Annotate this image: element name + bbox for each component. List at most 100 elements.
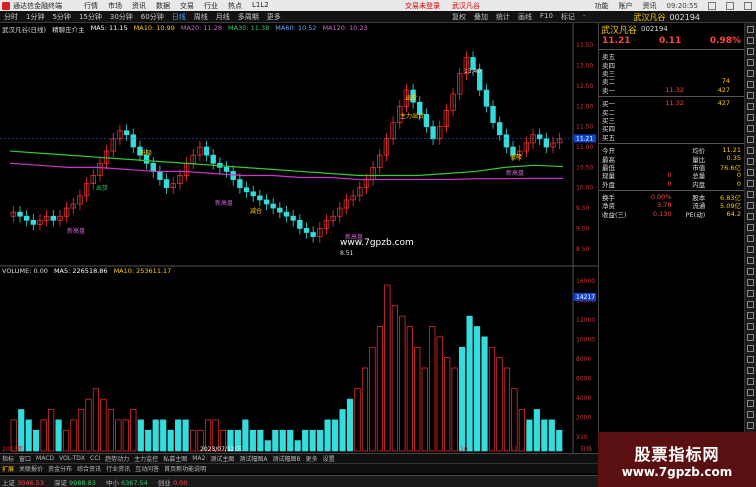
index-status-item[interactable]: 中小 6367.54 xyxy=(106,477,148,487)
index-status-item[interactable]: 创业 0.00 xyxy=(158,477,188,487)
extension-tab-6[interactable]: 首页新功能说明 xyxy=(164,464,206,473)
period-tab-10[interactable]: 更多 xyxy=(267,12,281,22)
minimize-icon[interactable] xyxy=(708,1,716,10)
close-icon[interactable] xyxy=(744,1,752,10)
sidebar-icon-24[interactable] xyxy=(747,279,754,286)
indicator-tab-0[interactable]: 指标 xyxy=(2,454,14,463)
trade-login-notice[interactable]: 交易未登录 xyxy=(405,1,440,11)
period-tab-9[interactable]: 多周期 xyxy=(238,12,259,22)
sidebar-icon-27[interactable] xyxy=(747,312,754,319)
extension-tab-2[interactable]: 资金分布 xyxy=(48,464,72,473)
indicator-tab-13[interactable]: 设置 xyxy=(323,454,335,463)
candle-body xyxy=(150,162,156,172)
tool-button-3[interactable]: 画线 xyxy=(518,12,532,22)
sidebar-icon-1[interactable] xyxy=(747,26,754,33)
sidebar-icon-6[interactable] xyxy=(747,81,754,88)
extension-tab-3[interactable]: 综合资讯 xyxy=(77,464,101,473)
indicator-tab-11[interactable]: 测试幅图B xyxy=(272,454,300,463)
sidebar-icon-25[interactable] xyxy=(747,290,754,297)
sidebar-icon-23[interactable] xyxy=(747,268,754,275)
sidebar-icon-7[interactable] xyxy=(747,92,754,99)
sidebar-icon-29[interactable] xyxy=(747,334,754,341)
sidebar-icon-31[interactable] xyxy=(747,356,754,363)
menu-item-l1l2[interactable]: L1L2 xyxy=(252,1,269,11)
sidebar-icon-36[interactable] xyxy=(747,411,754,418)
indicator-tab-7[interactable]: 私募主图 xyxy=(163,454,187,463)
tool-button-2[interactable]: 统计 xyxy=(496,12,510,22)
volume-bar xyxy=(257,429,264,452)
sidebar-icon-20[interactable] xyxy=(747,235,754,242)
index-status-item[interactable]: 上证 3046.53 xyxy=(2,477,44,487)
period-tab-0[interactable]: 分时 xyxy=(4,12,18,22)
menu-zixun-right[interactable]: 资讯 xyxy=(643,1,657,11)
period-tab-6[interactable]: 日线 xyxy=(172,12,186,22)
sidebar-icon-37[interactable] xyxy=(747,422,754,429)
sidebar-icon-2[interactable] xyxy=(747,37,754,44)
indicator-tab-8[interactable]: MA2 xyxy=(192,455,205,462)
sidebar-icon-34[interactable] xyxy=(747,389,754,396)
sidebar-icon-9[interactable] xyxy=(747,114,754,121)
sidebar-icon-4[interactable] xyxy=(747,59,754,66)
index-status-item[interactable]: 深证 9988.83 xyxy=(54,477,96,487)
extension-tab-0[interactable]: 扩展 xyxy=(2,464,14,473)
sidebar-icon-5[interactable] xyxy=(747,70,754,77)
sidebar-icon-22[interactable] xyxy=(747,257,754,264)
period-tab-8[interactable]: 月线 xyxy=(216,12,230,22)
tool-button-0[interactable]: 复权 xyxy=(452,12,466,22)
sidebar-icon-21[interactable] xyxy=(747,246,754,253)
extension-tab-4[interactable]: 行业资讯 xyxy=(106,464,130,473)
indicator-tab-1[interactable]: 窗口 xyxy=(19,454,31,463)
tool-button-6[interactable]: - xyxy=(583,12,586,22)
tool-button-4[interactable]: F10 xyxy=(540,12,553,22)
sidebar-icon-26[interactable] xyxy=(747,301,754,308)
sidebar-icon-16[interactable] xyxy=(747,191,754,198)
indicator-tab-6[interactable]: 主力监控 xyxy=(134,454,158,463)
sidebar-icon-10[interactable] xyxy=(747,125,754,132)
period-tab-1[interactable]: 1分钟 xyxy=(26,12,44,22)
sidebar-icon-13[interactable] xyxy=(747,158,754,165)
menu-zhanghu[interactable]: 账户 xyxy=(619,1,633,11)
sidebar-icon-30[interactable] xyxy=(747,345,754,352)
sidebar-icon-33[interactable] xyxy=(747,378,754,385)
sidebar-icon-3[interactable] xyxy=(747,48,754,55)
indicator-tab-12[interactable]: 更多 xyxy=(306,454,318,463)
indicator-tab-9[interactable]: 测试主图 xyxy=(210,454,234,463)
menu-gongneng[interactable]: 功能 xyxy=(595,1,609,11)
sidebar-icon-15[interactable] xyxy=(747,180,754,187)
sidebar-icon-14[interactable] xyxy=(747,169,754,176)
sidebar-icon-12[interactable] xyxy=(747,147,754,154)
menu-item-hangqing[interactable]: 行情 xyxy=(84,1,98,11)
kline-chart-svg[interactable]: 13.50 13.00 12.50 12.00 11.50 11.00 10.50 10.00… xyxy=(0,23,598,453)
sidebar-icon-18[interactable] xyxy=(747,213,754,220)
indicator-tab-2[interactable]: MACD xyxy=(36,455,54,462)
sidebar-icon-19[interactable] xyxy=(747,224,754,231)
sidebar-icon-35[interactable] xyxy=(747,400,754,407)
menu-item-shichang[interactable]: 市场 xyxy=(108,1,122,11)
kline-chart-area[interactable]: 13.50 13.00 12.50 12.00 11.50 11.00 10.50 10.00… xyxy=(0,23,598,453)
period-tab-2[interactable]: 5分钟 xyxy=(52,12,70,22)
sidebar-icon-32[interactable] xyxy=(747,367,754,374)
sidebar-icon-28[interactable] xyxy=(747,323,754,330)
sidebar-icon-17[interactable] xyxy=(747,202,754,209)
indicator-tab-5[interactable]: 趋势动力 xyxy=(105,454,129,463)
sidebar-icon-11[interactable] xyxy=(747,136,754,143)
menu-item-zixun[interactable]: 资讯 xyxy=(132,1,146,11)
tool-button-5[interactable]: 标记 xyxy=(561,12,575,22)
maximize-icon[interactable] xyxy=(726,1,734,10)
menu-item-jiaoyi[interactable]: 交易 xyxy=(180,1,194,11)
period-tab-7[interactable]: 周线 xyxy=(194,12,208,22)
indicator-tab-4[interactable]: CCI xyxy=(90,455,100,462)
indicator-tab-10[interactable]: 测试幅图A xyxy=(239,454,267,463)
menu-item-shuju[interactable]: 数据 xyxy=(156,1,170,11)
indicator-tab-3[interactable]: VOL-TDX xyxy=(59,455,85,462)
menu-item-hangye[interactable]: 行业 xyxy=(204,1,218,11)
menu-item-redian[interactable]: 热点 xyxy=(228,1,242,11)
stock-notice[interactable]: 武汉凡谷 xyxy=(452,1,480,11)
period-tab-3[interactable]: 15分钟 xyxy=(79,12,102,22)
extension-tab-5[interactable]: 互动问答 xyxy=(135,464,159,473)
tool-button-1[interactable]: 叠加 xyxy=(474,12,488,22)
extension-tab-1[interactable]: 关联报价 xyxy=(19,464,43,473)
period-tab-4[interactable]: 30分钟 xyxy=(110,12,133,22)
sidebar-icon-8[interactable] xyxy=(747,103,754,110)
period-tab-5[interactable]: 60分钟 xyxy=(141,12,164,22)
